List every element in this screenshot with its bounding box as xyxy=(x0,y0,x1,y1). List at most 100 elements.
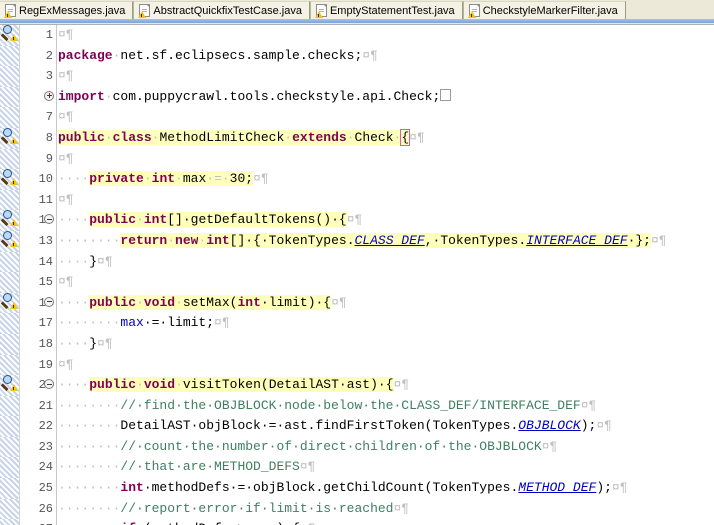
code-token: · xyxy=(167,232,176,248)
code-line[interactable]: 10 ····private·int·max·=·30;¤¶ xyxy=(0,169,714,190)
annotation-marker-column[interactable] xyxy=(0,107,20,128)
gutter-separator xyxy=(56,333,57,355)
code-line[interactable]: 27········if·(methodDefs·>·max)·{¤¶ xyxy=(0,519,714,525)
code-text[interactable]: ¤¶ xyxy=(58,107,714,128)
warning-marker-icon[interactable] xyxy=(1,25,18,41)
fold-expand-icon[interactable] xyxy=(44,90,55,102)
annotation-marker-column[interactable] xyxy=(0,292,20,314)
code-text[interactable]: import·com.puppycrawl.tools.checkstyle.a… xyxy=(58,87,714,108)
annotation-marker-column[interactable] xyxy=(0,436,20,458)
code-line[interactable]: 21 ········//·find·the·OBJBLOCK·node·belo… xyxy=(0,395,714,417)
code-text[interactable]: ········//·find·the·OBJBLOCK·node·below·… xyxy=(58,396,714,417)
annotation-marker-column[interactable] xyxy=(0,86,20,108)
annotation-marker-column[interactable] xyxy=(0,333,20,355)
code-token: ·methodDefs·=·objBlock.getChildCount(Tok… xyxy=(143,480,519,496)
code-line[interactable]: 20····public·void·visitToken(DetailAST·a… xyxy=(0,375,714,396)
code-text[interactable]: ········DetailAST·objBlock·=·ast.findFir… xyxy=(58,416,714,437)
code-line[interactable]: 16····public·void·setMax(int·limit)·{¤¶ xyxy=(0,292,714,314)
code-line[interactable]: 1 ¤¶ xyxy=(0,25,714,46)
warning-marker-icon[interactable] xyxy=(1,292,18,309)
code-text[interactable]: ········return·new·int[]·{·TokenTypes.CL… xyxy=(58,231,714,252)
code-text[interactable]: package·net.sf.eclipsecs.sample.checks;¤… xyxy=(58,46,714,67)
code-line[interactable]: 8 public·class·MethodLimitCheck·extends·C… xyxy=(0,127,714,149)
java-source-editor[interactable]: 1 ¤¶ 2 package·net.sf.eclipsecs.sample.chec… xyxy=(0,24,714,525)
code-text[interactable]: public·class·MethodLimitCheck·extends·Ch… xyxy=(58,128,714,149)
code-line[interactable]: 18 ····}¤¶ xyxy=(0,333,714,355)
editor-tab-2[interactable]: EmptyStatementTest.java xyxy=(309,1,463,19)
editor-tab-3[interactable]: CheckstyleMarkerFilter.java xyxy=(462,1,626,19)
code-text[interactable]: ¤¶ xyxy=(58,190,714,211)
code-line[interactable]: 26 ········//·report·error·if·limit·is·re… xyxy=(0,498,714,520)
code-token: ¤¶ xyxy=(541,438,558,454)
annotation-marker-column[interactable] xyxy=(0,210,20,231)
gutter-separator xyxy=(56,436,57,458)
code-line[interactable]: 25 ········int·methodDefs·=·objBlock.getC… xyxy=(0,478,714,499)
annotation-marker-column[interactable] xyxy=(0,189,20,211)
code-line[interactable]: 13 ········return·new·int[]·{·TokenTypes.… xyxy=(0,230,714,252)
editor-tab-0[interactable]: RegExMessages.java xyxy=(0,1,134,19)
code-text[interactable]: ¤¶ xyxy=(58,355,714,376)
annotation-marker-column[interactable] xyxy=(0,127,20,149)
fold-collapse-icon[interactable] xyxy=(44,214,55,225)
code-text[interactable]: ····}¤¶ xyxy=(58,334,714,355)
code-line[interactable]: 3 ¤¶ xyxy=(0,66,714,87)
code-line[interactable]: 23 ········//·count·the·number·of·direct·… xyxy=(0,436,714,458)
code-line[interactable]: 15 ¤¶ xyxy=(0,272,714,293)
code-line[interactable]: 17 ········max·=·limit;¤¶ xyxy=(0,313,714,334)
code-token: } xyxy=(89,335,98,351)
annotation-marker-column[interactable] xyxy=(0,272,20,293)
code-text[interactable]: ¤¶ xyxy=(58,66,714,87)
annotation-marker-column[interactable] xyxy=(0,251,20,273)
fold-collapse-icon[interactable] xyxy=(44,296,55,308)
annotation-marker-column[interactable] xyxy=(0,169,20,190)
code-text[interactable]: ····public·void·setMax(int·limit)·{¤¶ xyxy=(58,293,714,314)
annotation-marker-column[interactable] xyxy=(0,354,20,376)
code-text[interactable]: ········//·that·are·METHOD_DEFS¤¶ xyxy=(58,457,714,478)
annotation-marker-column[interactable] xyxy=(0,416,20,437)
code-line[interactable]: 14 ····}¤¶ xyxy=(0,251,714,273)
code-line[interactable]: 12····public·int[]·getDefaultTokens()·{¤… xyxy=(0,210,714,231)
code-text[interactable]: ¤¶ xyxy=(58,149,714,170)
code-text[interactable]: ········int·methodDefs·=·objBlock.getChi… xyxy=(58,478,714,499)
annotation-marker-column[interactable] xyxy=(0,66,20,87)
code-text[interactable]: ····}¤¶ xyxy=(58,252,714,273)
warning-marker-icon[interactable] xyxy=(1,169,18,186)
warning-marker-icon[interactable] xyxy=(1,375,18,392)
code-line[interactable]: 19 ¤¶ xyxy=(0,354,714,376)
fold-collapse-icon[interactable] xyxy=(44,379,55,390)
collapsed-region-box[interactable] xyxy=(440,88,452,101)
code-line[interactable]: 7 ¤¶ xyxy=(0,107,714,128)
code-line[interactable]: 2 package·net.sf.eclipsecs.sample.checks;… xyxy=(0,45,714,67)
code-token: //·that·are·METHOD_DEFS xyxy=(120,459,300,475)
annotation-marker-column[interactable] xyxy=(0,457,20,479)
annotation-marker-column[interactable] xyxy=(0,230,20,252)
annotation-marker-column[interactable] xyxy=(0,519,20,525)
code-text[interactable]: ········if·(methodDefs·>·max)·{¤¶ xyxy=(58,519,714,525)
warning-marker-icon[interactable] xyxy=(1,230,18,247)
code-line[interactable]: 4import·com.puppycrawl.tools.checkstyle.… xyxy=(0,86,714,108)
annotation-marker-column[interactable] xyxy=(0,395,20,417)
code-line[interactable]: 11 ¤¶ xyxy=(0,189,714,211)
annotation-marker-column[interactable] xyxy=(0,375,20,396)
code-text[interactable]: ¤¶ xyxy=(58,25,714,46)
annotation-marker-column[interactable] xyxy=(0,498,20,520)
annotation-marker-column[interactable] xyxy=(0,25,20,46)
annotation-marker-column[interactable] xyxy=(0,45,20,67)
editor-tab-1[interactable]: AbstractQuickfixTestCase.java xyxy=(133,1,310,19)
code-text[interactable]: ········//·count·the·number·of·direct·ch… xyxy=(58,437,714,458)
warning-marker-icon[interactable] xyxy=(1,210,18,227)
annotation-marker-column[interactable] xyxy=(0,313,20,334)
warning-marker-icon[interactable] xyxy=(1,127,18,144)
code-text[interactable]: ····public·void·visitToken(DetailAST·ast… xyxy=(58,375,714,396)
code-line[interactable]: 22 ········DetailAST·objBlock·=·ast.findF… xyxy=(0,416,714,437)
gutter-separator xyxy=(56,189,57,211)
annotation-marker-column[interactable] xyxy=(0,478,20,499)
code-text[interactable]: ····private·int·max·=·30;¤¶ xyxy=(58,169,714,190)
code-text[interactable]: ········//·report·error·if·limit·is·reac… xyxy=(58,499,714,520)
code-line[interactable]: 24 ········//·that·are·METHOD_DEFS¤¶ xyxy=(0,457,714,479)
code-text[interactable]: ¤¶ xyxy=(58,272,714,293)
annotation-marker-column[interactable] xyxy=(0,148,20,170)
code-text[interactable]: ····public·int[]·getDefaultTokens()·{¤¶ xyxy=(58,210,714,231)
code-line[interactable]: 9 ¤¶ xyxy=(0,148,714,170)
code-text[interactable]: ········max·=·limit;¤¶ xyxy=(58,313,714,334)
